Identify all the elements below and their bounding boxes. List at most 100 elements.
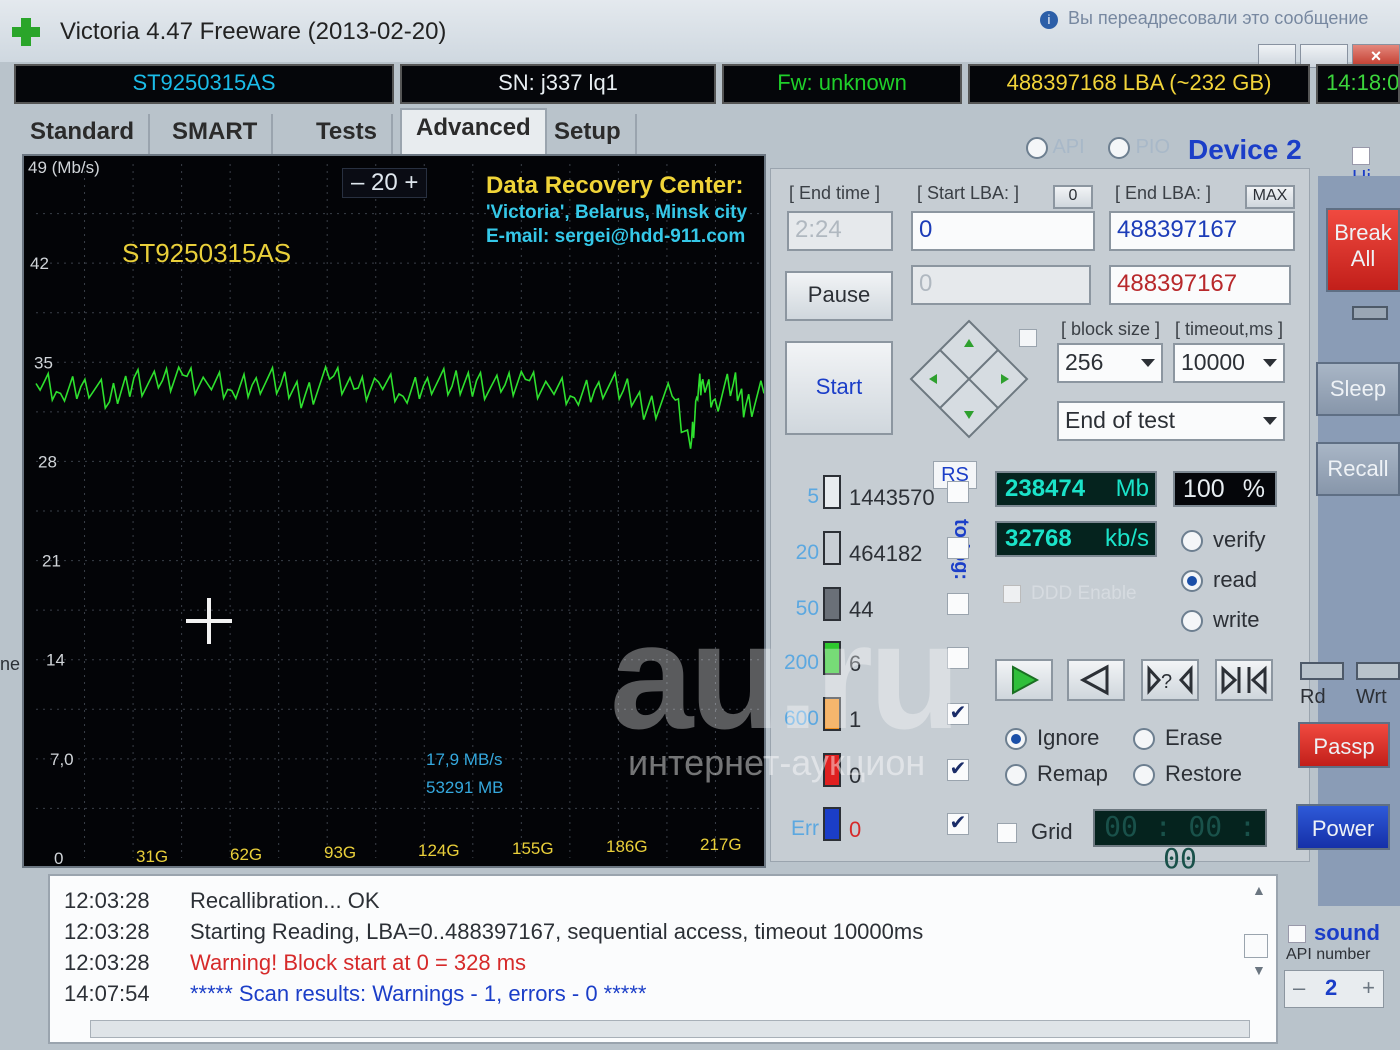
start-lba-input[interactable]: 0	[911, 211, 1095, 251]
legend-count: 1443570	[849, 485, 935, 510]
y-tick-label: 0	[54, 849, 63, 868]
x-tick-label: 155G	[512, 839, 554, 858]
log-autoscroll-checkbox[interactable]	[1244, 934, 1268, 958]
drc-location: 'Victoria', Belarus, Minsk city	[486, 202, 748, 223]
tab-smart[interactable]: SMART	[158, 114, 274, 154]
drc-title: Data Recovery Center:	[486, 172, 744, 199]
power-button[interactable]: Power	[1296, 804, 1390, 850]
minus-icon[interactable]: –	[1293, 975, 1305, 1001]
navigation-checkbox[interactable]	[1019, 329, 1037, 347]
grid-checkbox[interactable]: Grid	[997, 819, 1073, 845]
restore-radio[interactable]: Restore	[1133, 761, 1242, 787]
y-tick-label: 21	[42, 552, 61, 571]
legend-color-box	[823, 807, 841, 841]
plus-icon[interactable]: +	[1362, 975, 1375, 1001]
timeout-select[interactable]: 10000	[1173, 343, 1285, 383]
drc-email: E-mail: sergei@hdd-911.com	[486, 226, 746, 247]
graph-current-speed: 17,9 MB/s	[426, 750, 503, 769]
api-number-label: API number	[1286, 946, 1371, 963]
start-lba-zero-button[interactable]: 0	[1053, 185, 1093, 209]
x-tick-label: 217G	[700, 835, 742, 854]
title-bar: Victoria 4.47 Freeware (2013-02-20) i Вы …	[0, 0, 1400, 68]
svg-text:?: ?	[1161, 671, 1172, 693]
api-radio[interactable]: API	[1026, 136, 1085, 159]
info-icon: i	[1040, 11, 1058, 29]
mode-write-radio[interactable]: write	[1181, 607, 1259, 633]
pio-radio[interactable]: PIO	[1108, 136, 1170, 159]
ignore-radio[interactable]: Ignore	[1005, 725, 1099, 751]
tab-standard[interactable]: Standard	[16, 114, 151, 154]
window-title: Victoria 4.47 Freeware (2013-02-20)	[60, 18, 447, 45]
event-log[interactable]: 12:03:28 Recallibration... OK 12:03:28 Star…	[48, 874, 1278, 1044]
graph-current-position: 53291 MB	[426, 778, 504, 797]
read-indicator: Rd	[1300, 662, 1344, 709]
legend-threshold: 20	[795, 541, 819, 564]
api-number-stepper[interactable]: –2 +	[1284, 970, 1384, 1008]
legend-color-box	[823, 531, 841, 565]
legend-color-box	[823, 475, 841, 509]
erase-radio[interactable]: Erase	[1133, 725, 1222, 751]
mode-read-radio[interactable]: read	[1181, 567, 1257, 593]
play-forward-button[interactable]	[995, 659, 1053, 701]
sleep-button[interactable]: Sleep	[1316, 362, 1400, 416]
tab-tests[interactable]: Tests	[302, 114, 393, 154]
play-backward-button[interactable]	[1067, 659, 1125, 701]
end-time-field[interactable]: 2:24	[787, 211, 893, 251]
notification-banner[interactable]: i Вы переадресовали это сообщение	[1040, 8, 1400, 29]
tab-advanced[interactable]: Advanced	[400, 108, 547, 156]
chevron-down-icon	[1141, 359, 1155, 367]
y-tick-label: 35	[34, 353, 53, 372]
legend-count: 0	[849, 817, 862, 842]
recall-button[interactable]: Recall	[1316, 442, 1400, 496]
pause-button[interactable]: Pause	[785, 271, 893, 321]
chevron-down-icon	[1263, 359, 1277, 367]
start-button[interactable]: Start	[785, 341, 893, 435]
log-entry: 12:03:28 Warning! Block start at 0 = 328 …	[64, 950, 526, 980]
random-seek-button[interactable]: ?	[1141, 659, 1199, 701]
log-entry: 12:03:28 Starting Reading, LBA=0..4883971…	[64, 919, 923, 949]
x-tick-label: 186G	[606, 837, 648, 856]
timeout-label: [ timeout,ms ]	[1175, 319, 1284, 339]
elapsed-timer: 00 : 00 : 00	[1093, 809, 1267, 875]
play-icon	[1012, 665, 1040, 695]
crosshair-cursor-icon	[186, 598, 232, 644]
y-tick-label: 7,0	[50, 750, 74, 769]
end-lba-max-button[interactable]: MAX	[1245, 185, 1295, 209]
edge-fragment-text: ne	[0, 654, 21, 674]
app-cross-icon	[10, 16, 42, 48]
passp-button[interactable]: Passp	[1298, 722, 1390, 768]
device-label[interactable]: Device 2	[1188, 134, 1302, 166]
end-lba-label: [ End LBA: ]	[1115, 183, 1212, 203]
mode-verify-radio[interactable]: verify	[1181, 527, 1266, 553]
percent-display: 100%	[1173, 471, 1277, 507]
log-horizontal-scrollbar[interactable]	[90, 1020, 1250, 1038]
tab-setup[interactable]: Setup	[540, 114, 637, 154]
watermark-subtitle: интернет-аукцион	[628, 742, 926, 783]
break-all-button[interactable]: Break All	[1326, 208, 1400, 292]
ddd-enable-checkbox[interactable]: DDD Enable	[1003, 583, 1137, 605]
break-indicator	[1352, 306, 1388, 320]
legend-row: Err 0 ✔	[771, 807, 981, 847]
write-indicator: Wrt	[1356, 662, 1400, 709]
log-message: Recallibration... OK	[190, 888, 380, 913]
sound-checkbox[interactable]: sound	[1288, 920, 1380, 946]
x-tick-label: 62G	[230, 845, 262, 864]
log-time: 14:07:54	[64, 981, 150, 1006]
legend-log-checkbox[interactable]	[947, 537, 969, 559]
start-lba-label: [ Start LBA: ]	[917, 183, 1020, 203]
clock-panel: 14:18:0	[1316, 64, 1400, 104]
legend-row: 5 1443570	[771, 475, 981, 515]
end-action-select[interactable]: End of test	[1057, 401, 1285, 441]
legend-log-checkbox[interactable]	[947, 481, 969, 503]
log-entry: 12:03:28 Recallibration... OK	[64, 888, 380, 918]
remap-radio[interactable]: Remap	[1005, 761, 1108, 787]
legend-log-checkbox[interactable]: ✔	[947, 813, 969, 835]
butterfly-button[interactable]	[1215, 659, 1273, 701]
lba-capacity-panel: 488397168 LBA (~232 GB)	[968, 64, 1310, 104]
navigation-pad[interactable]	[909, 319, 1029, 439]
y-tick-label: 42	[30, 254, 49, 273]
end-lba-input[interactable]: 488397167	[1109, 211, 1295, 251]
log-entry: 14:07:54 ***** Scan results: Warnings - 1…	[64, 981, 646, 1011]
graph-scale-counter[interactable]: – 20 +	[342, 168, 428, 198]
block-size-select[interactable]: 256	[1057, 343, 1163, 383]
